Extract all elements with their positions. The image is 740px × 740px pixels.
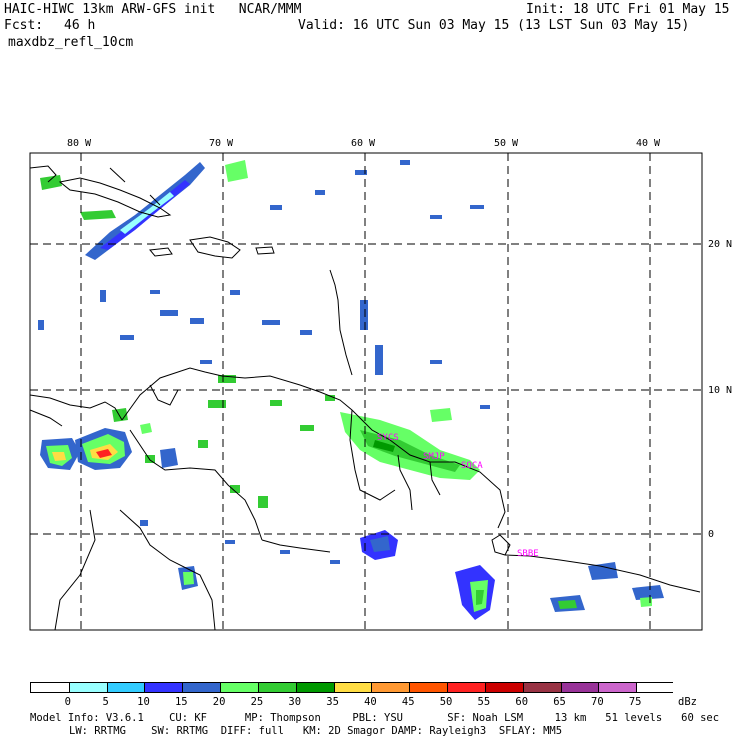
colorbar-segment xyxy=(68,683,107,692)
lat-label-0: 0 xyxy=(708,529,714,540)
colorbar-segment xyxy=(371,683,410,692)
colorbar-tick-label: 40 xyxy=(364,696,377,708)
colorbar-tick-label: 30 xyxy=(288,696,302,708)
lon-label-50w: 50 W xyxy=(494,138,519,149)
colorbar-tick-label: 65 xyxy=(553,696,566,708)
station-sycs: SYCS xyxy=(377,433,399,443)
lat-label-10n: 10 N xyxy=(708,385,732,396)
reflectivity-map: 80 W 70 W 60 W 50 W 40 W 20 N 10 N 0 SYC… xyxy=(29,138,732,631)
colorbar-tick-label: 15 xyxy=(174,696,188,708)
colorbar-tick-label: 50 xyxy=(439,696,453,708)
colorbar-segment xyxy=(295,683,334,692)
colorbar-tick-label: 75 xyxy=(628,696,642,708)
colorbar-tick-label: 5 xyxy=(102,696,109,708)
lon-label-60w: 60 W xyxy=(351,138,376,149)
colorbar-segment xyxy=(409,683,448,692)
colorbar-segment xyxy=(636,683,675,692)
colorbar-segment xyxy=(333,683,372,692)
colorbar-segment xyxy=(257,683,296,692)
lon-label-70w: 70 W xyxy=(209,138,234,149)
station-smjp: SMJP xyxy=(423,452,445,462)
colorbar-unit: dBz xyxy=(678,696,697,708)
colorbar-segment xyxy=(522,683,561,692)
station-sbbe: SBBE xyxy=(517,549,539,559)
lon-label-40w: 40 W xyxy=(636,138,661,149)
model-info-line1: Model Info: V3.6.1 CU: KF MP: Thompson P… xyxy=(30,712,720,724)
colorbar-tick-label: 60 xyxy=(515,696,529,708)
colorbar-segment xyxy=(220,683,259,692)
colorbar-segment xyxy=(560,683,599,692)
lon-label-80w: 80 W xyxy=(67,138,92,149)
colorbar-segment xyxy=(31,683,69,692)
colorbar-tick-label: 20 xyxy=(212,696,226,708)
colorbar-tick-label: 35 xyxy=(326,696,339,708)
colorbar-segment xyxy=(106,683,145,692)
colorbar-segment xyxy=(144,683,183,692)
colorbar-segment xyxy=(598,683,637,692)
model-info-line2: LW: RRTMG SW: RRTMG DIFF: full KM: 2D Sm… xyxy=(69,725,563,737)
colorbar-tick-label: 45 xyxy=(401,696,415,708)
colorbar-segment xyxy=(182,683,221,692)
station-soca: SOCA xyxy=(461,461,483,471)
colorbar-tick-label: 25 xyxy=(250,696,264,708)
colorbar-tick-label: 10 xyxy=(137,696,150,708)
colorbar-tick-label: 55 xyxy=(477,696,491,708)
colorbar-tick-label: 0 xyxy=(64,696,71,708)
colorbar-segment xyxy=(447,683,486,692)
lat-label-20n: 20 N xyxy=(708,239,732,250)
colorbar-tick-label: 70 xyxy=(591,696,604,708)
colorbar xyxy=(30,682,675,693)
colorbar-segment xyxy=(484,683,523,692)
